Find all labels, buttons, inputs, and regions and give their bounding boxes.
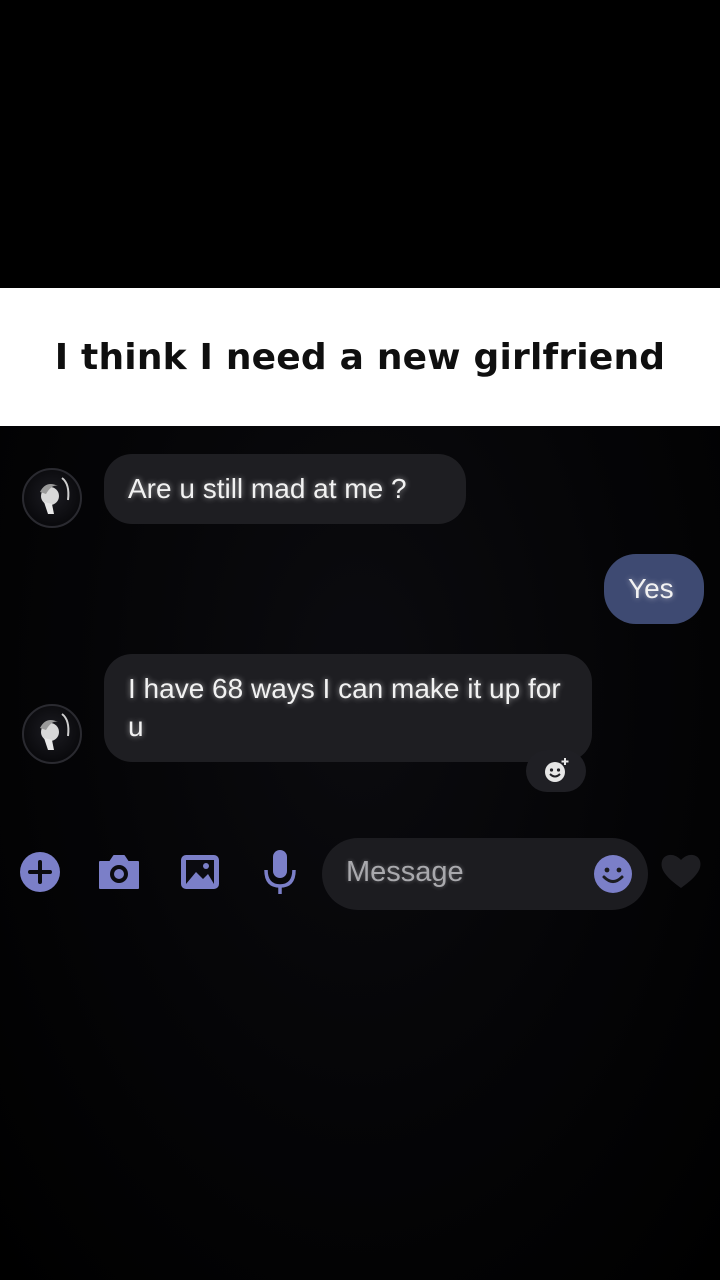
avatar-image xyxy=(40,477,70,514)
gallery-icon xyxy=(181,855,219,889)
camera-button[interactable] xyxy=(96,850,142,894)
microphone-icon xyxy=(264,850,296,894)
add-attachment-button[interactable] xyxy=(18,850,62,894)
contact-avatar[interactable] xyxy=(22,468,82,528)
chat-screen: Are u still mad at me ? Yes I have 68 wa… xyxy=(0,426,720,1280)
contact-avatar[interactable] xyxy=(22,704,82,764)
top-black-area xyxy=(0,0,720,288)
add-reaction-button[interactable] xyxy=(526,750,586,792)
message-text: Yes xyxy=(628,573,674,604)
sent-message-bubble[interactable]: Yes xyxy=(604,554,704,624)
emoji-button[interactable] xyxy=(592,853,634,895)
plus-icon xyxy=(20,852,60,892)
message-placeholder: Message xyxy=(346,856,464,888)
caption-band: I think I need a new girlfriend xyxy=(0,288,720,426)
avatar-image xyxy=(40,713,70,750)
message-input[interactable]: Message xyxy=(322,838,648,910)
gallery-button[interactable] xyxy=(178,850,222,894)
camera-icon xyxy=(99,855,139,889)
add-reaction-icon xyxy=(545,758,569,782)
emoji-icon xyxy=(594,855,632,893)
received-message-bubble[interactable]: I have 68 ways I can make it up for u xyxy=(104,654,592,762)
voice-message-button[interactable] xyxy=(262,848,298,896)
like-button[interactable] xyxy=(658,850,704,892)
message-text: Are u still mad at me ? xyxy=(128,473,407,504)
received-message-bubble[interactable]: Are u still mad at me ? xyxy=(104,454,466,524)
heart-icon xyxy=(661,854,701,888)
message-text: I have 68 ways I can make it up for u xyxy=(128,673,561,742)
caption-text: I think I need a new girlfriend xyxy=(54,336,666,378)
